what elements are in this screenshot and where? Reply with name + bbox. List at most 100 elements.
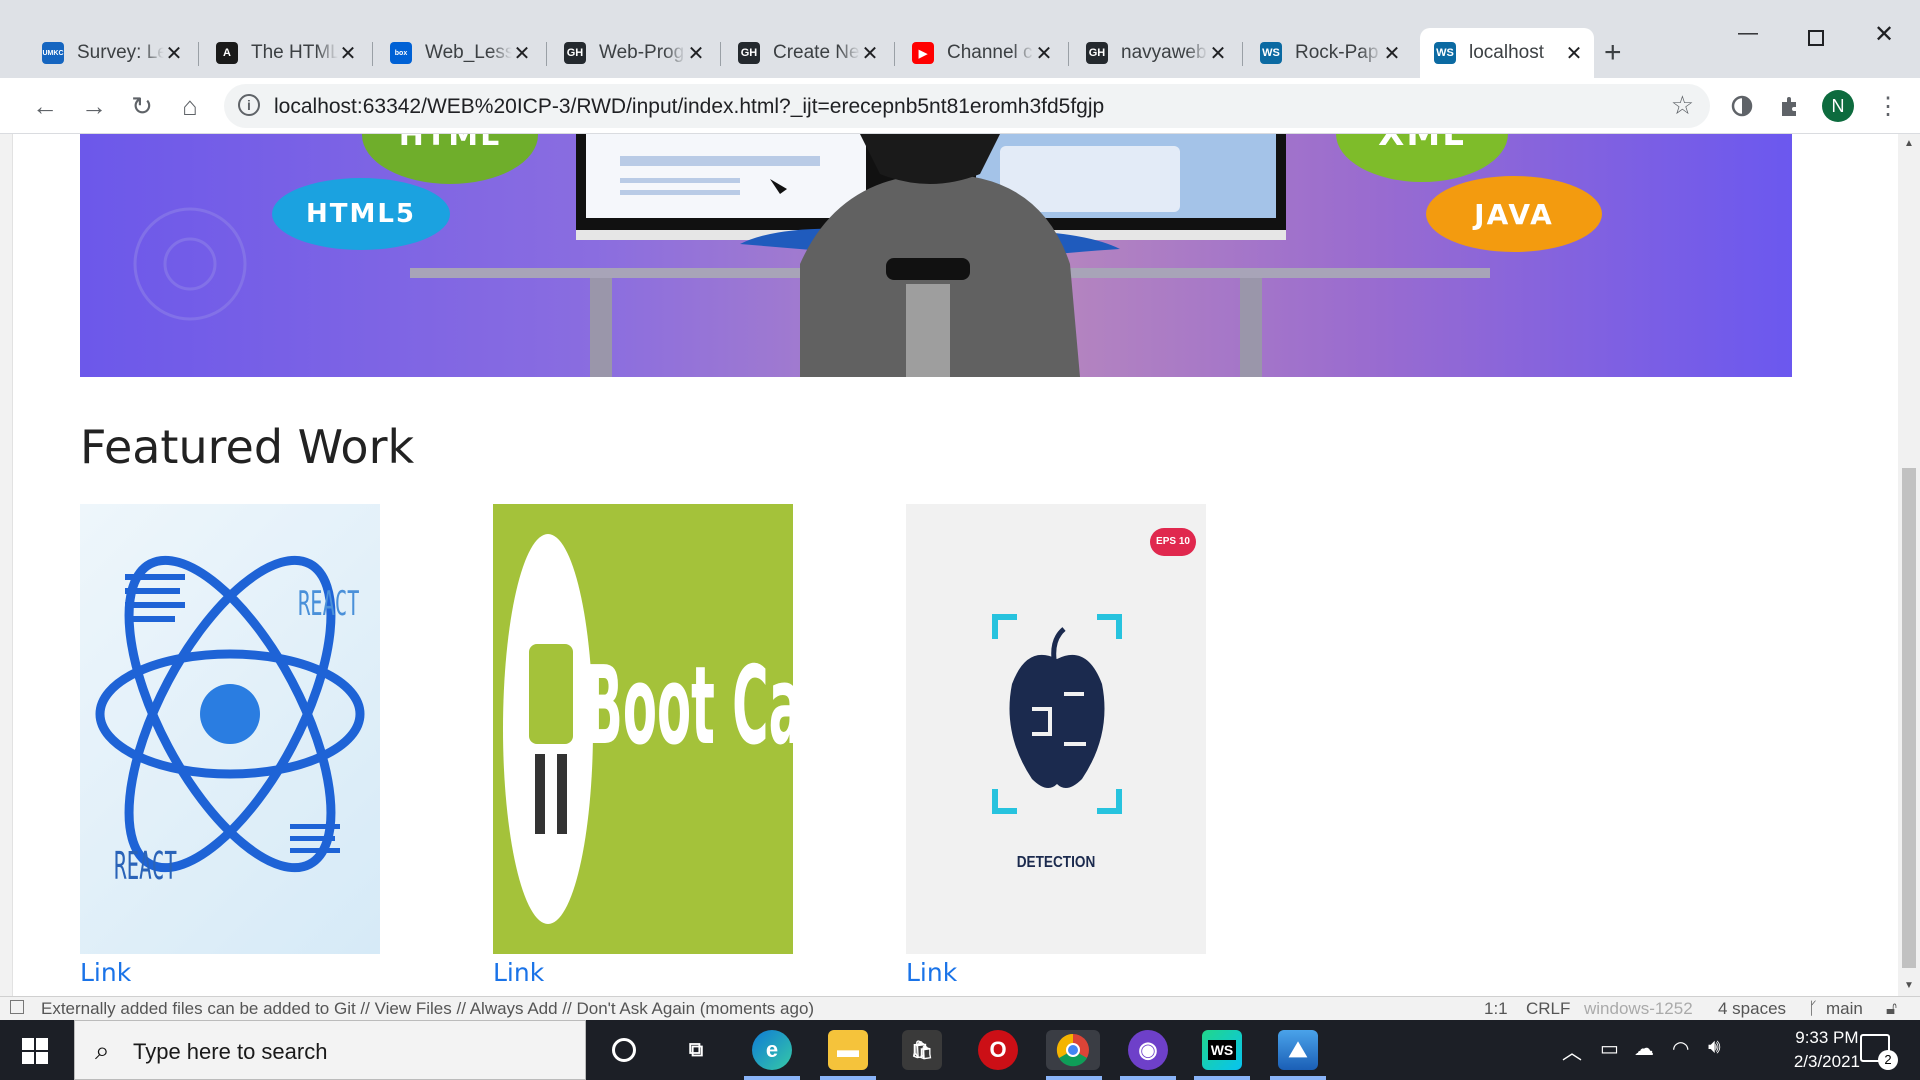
react-card-link[interactable]: Link [80, 958, 380, 987]
clock-date: 2/3/2021 [1793, 1052, 1860, 1071]
edge-icon[interactable]: e [752, 1030, 792, 1070]
react-label-top: REACT [298, 584, 360, 624]
close-tab-icon[interactable]: ✕ [1208, 41, 1228, 66]
line-separator[interactable]: CRLF [1526, 999, 1570, 1019]
extensions-puzzle-icon[interactable] [1772, 88, 1808, 124]
ide-status-bar: Externally added files can be added to G… [0, 996, 1920, 1020]
browser-tab[interactable]: WS localhost ✕ [1420, 28, 1594, 78]
git-notification-message[interactable]: Externally added files can be added to G… [41, 999, 814, 1019]
close-tab-icon[interactable]: ✕ [1034, 41, 1054, 66]
site-info-icon[interactable]: i [238, 94, 260, 116]
close-tab-icon[interactable]: ✕ [860, 41, 880, 66]
tab-favicon-icon: box [390, 42, 412, 64]
tab-title: Create Ne [773, 42, 860, 63]
page-scrollbar[interactable]: ▲ ▼ [1898, 134, 1920, 996]
close-tab-icon[interactable]: ✕ [1382, 41, 1402, 66]
close-tab-icon[interactable]: ✕ [1564, 41, 1584, 66]
extension-icon[interactable] [1724, 88, 1760, 124]
browser-tab[interactable]: GH Web-Prog ✕ [550, 28, 716, 78]
taskbar-search[interactable]: ⌕ Type here to search [74, 1020, 586, 1080]
webstorm-active-indicator [1194, 1076, 1250, 1080]
onedrive-icon[interactable]: ☁ [1634, 1036, 1654, 1061]
url-text[interactable]: localhost:63342/WEB%20ICP-3/RWD/input/in… [274, 95, 1104, 119]
browser-toolbar: ← → ↻ ⌂ i localhost:63342/WEB%20ICP-3/RW… [0, 78, 1920, 134]
cursor-position[interactable]: 1:1 [1484, 999, 1508, 1019]
cortana-icon[interactable] [604, 1030, 644, 1070]
tab-favicon-icon: GH [738, 42, 760, 64]
detection-card-link[interactable]: Link [906, 958, 1206, 987]
photos-active-indicator [1270, 1076, 1326, 1080]
notification-center-icon[interactable]: 2 [1860, 1034, 1898, 1070]
eps-badge: EPS 10 [1150, 528, 1196, 556]
tab-favicon-icon: GH [1086, 42, 1108, 64]
scroll-thumb[interactable] [1902, 468, 1916, 968]
close-tab-icon[interactable]: ✕ [164, 41, 184, 66]
photos-icon[interactable]: ⛰ [1278, 1030, 1318, 1070]
tab-title: navyaweb [1121, 42, 1207, 63]
react-image[interactable]: REACT REACT [80, 504, 380, 954]
windows-start-icon[interactable] [22, 1038, 48, 1069]
tab-separator [1242, 42, 1243, 66]
android-robot-icon [529, 644, 573, 834]
opera-icon[interactable]: O [978, 1030, 1018, 1070]
tab-favicon-icon: UMKC [42, 42, 64, 64]
browser-tab[interactable]: GH navyaweb ✕ [1072, 28, 1238, 78]
tab-title: Web-Prog [599, 42, 685, 63]
home-icon[interactable]: ⌂ [172, 88, 208, 124]
browser-tab[interactable]: ▶ Channel c ✕ [898, 28, 1064, 78]
store-icon[interactable]: 🛍︎ [902, 1030, 942, 1070]
minimize-icon[interactable]: — [1738, 22, 1758, 45]
detection-image[interactable]: EPS 10 DETECTION [906, 504, 1206, 954]
indent-setting[interactable]: 4 spaces [1718, 999, 1786, 1019]
file-explorer-icon[interactable]: ▬ [828, 1030, 868, 1070]
hero-banner: HTML HTML5 XML JAVA [80, 134, 1792, 377]
tab-separator [720, 42, 721, 66]
tab-separator [546, 42, 547, 66]
taskbar-clock[interactable]: 9:33 PM 2/3/2021 [1794, 1026, 1860, 1074]
bootcamp-card-link[interactable]: Link [493, 958, 793, 987]
close-tab-icon[interactable]: ✕ [686, 41, 706, 66]
wifi-icon[interactable]: ◠ [1672, 1036, 1689, 1061]
page-viewport: HTML HTML5 XML JAVA Featured Work REACT … [0, 134, 1920, 996]
scroll-up-icon[interactable]: ▲ [1898, 138, 1920, 149]
detection-label: DETECTION [1016, 854, 1096, 871]
maximize-icon[interactable] [1808, 30, 1824, 46]
featured-card-bootcamp: Boot Camp Link [493, 504, 793, 987]
tab-separator [1068, 42, 1069, 66]
bookmark-star-icon[interactable]: ☆ [1671, 90, 1694, 121]
reload-icon[interactable]: ↻ [124, 88, 160, 124]
close-window-icon[interactable]: ✕ [1874, 20, 1894, 49]
github-desktop-icon[interactable]: ◉ [1128, 1030, 1168, 1070]
tab-separator [372, 42, 373, 66]
browser-tab[interactable]: GH Create Ne ✕ [724, 28, 890, 78]
hero-badge-html5: HTML5 [272, 178, 450, 250]
status-toggle-icon[interactable] [10, 1000, 24, 1014]
profile-avatar[interactable]: N [1822, 90, 1854, 122]
chrome-icon[interactable] [1046, 1030, 1100, 1070]
task-view-icon[interactable]: ⧉ [676, 1030, 716, 1070]
bootcamp-image[interactable]: Boot Camp [493, 504, 793, 954]
tray-expand-icon[interactable]: ︿ [1562, 1036, 1582, 1065]
close-tab-icon[interactable]: ✕ [338, 41, 358, 66]
back-arrow-icon[interactable]: ← [27, 88, 63, 124]
address-bar[interactable]: i localhost:63342/WEB%20ICP-3/RWD/input/… [224, 84, 1710, 128]
featured-card-detection: EPS 10 DETECTION Link [906, 504, 1206, 987]
volume-icon[interactable]: 🔊︎ [1708, 1036, 1721, 1059]
close-tab-icon[interactable]: ✕ [512, 41, 532, 66]
react-label-bottom: REACT [114, 844, 177, 888]
menu-kebab-icon[interactable]: ⋮ [1870, 88, 1906, 124]
forward-arrow-icon[interactable]: → [76, 88, 112, 124]
featured-work-heading: Featured Work [80, 420, 415, 474]
browser-tab[interactable]: box Web_Less ✕ [376, 28, 542, 78]
browser-tab[interactable]: A The HTML ✕ [202, 28, 368, 78]
tray-device-icon[interactable]: ▭ [1600, 1036, 1619, 1061]
search-icon: ⌕ [95, 1035, 110, 1065]
file-encoding[interactable]: windows-1252 [1584, 999, 1693, 1019]
browser-tab[interactable]: WS Rock-Pap ✕ [1246, 28, 1412, 78]
lock-icon[interactable]: 🔓︎ [1886, 999, 1897, 1019]
git-branch[interactable]: main [1826, 999, 1863, 1019]
webstorm-icon[interactable]: WS [1202, 1030, 1242, 1070]
browser-tab[interactable]: UMKC Survey: Le ✕ [28, 28, 194, 78]
scroll-down-icon[interactable]: ▼ [1898, 980, 1920, 991]
new-tab-button[interactable]: + [1604, 38, 1622, 68]
